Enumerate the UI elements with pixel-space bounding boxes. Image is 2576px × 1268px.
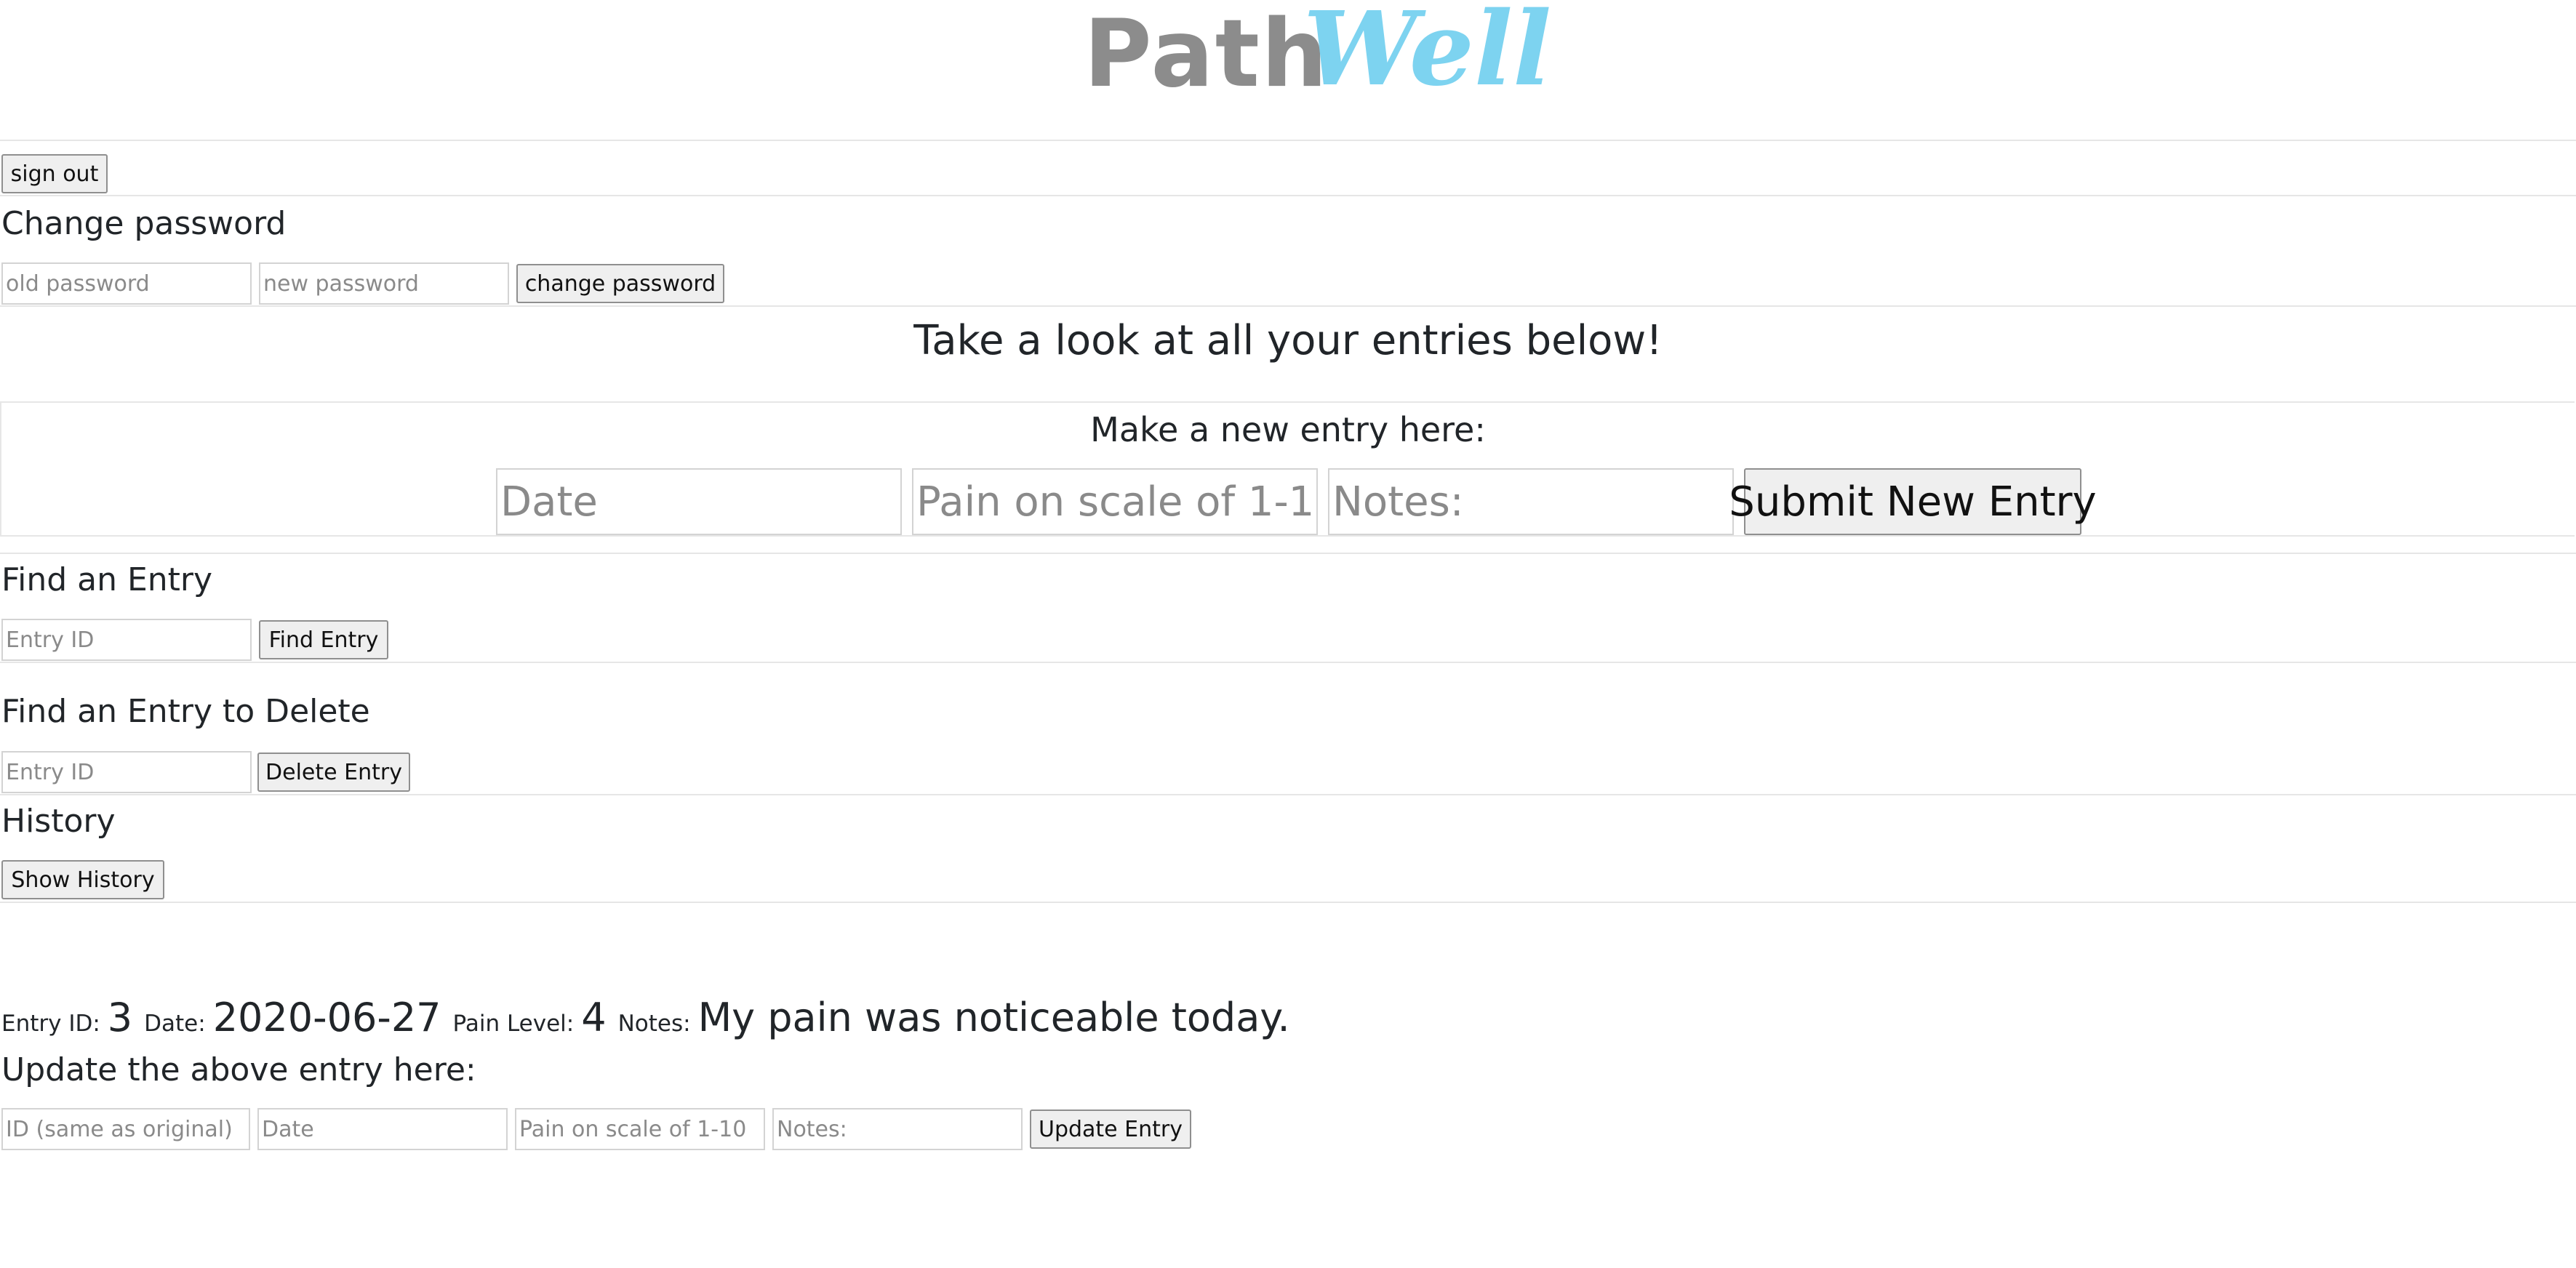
new-entry-pain-input[interactable] <box>912 468 1318 535</box>
entry-notes-label: Notes: <box>617 1011 691 1037</box>
update-entry-heading: Update the above entry here: <box>1 1051 476 1088</box>
delete-entry-heading: Find an Entry to Delete <box>1 693 370 730</box>
new-entry-heading: Make a new entry here: <box>1090 410 1486 449</box>
change-password-button[interactable]: change password <box>516 264 724 303</box>
entry-id-label: Entry ID: <box>1 1011 100 1037</box>
update-entry-pain-input[interactable] <box>515 1108 765 1150</box>
entry-date-label: Date: <box>144 1011 206 1037</box>
divider <box>0 794 2576 795</box>
entry-pain-value: 4 <box>581 995 607 1040</box>
sign-out-button[interactable]: sign out <box>1 154 108 193</box>
new-entry-notes-input[interactable] <box>1328 468 1734 535</box>
show-history-button[interactable]: Show History <box>1 860 164 899</box>
divider <box>0 662 2576 663</box>
divider <box>0 902 2576 903</box>
new-password-input[interactable] <box>259 262 509 305</box>
find-entry-heading: Find an Entry <box>1 561 213 598</box>
divider <box>0 140 2576 141</box>
update-entry-id-input[interactable] <box>1 1108 250 1150</box>
old-password-input[interactable] <box>1 262 252 305</box>
entry-notes-value: My pain was noticeable today. <box>697 995 1290 1040</box>
page-headline: Take a look at all your entries below! <box>913 317 1663 364</box>
new-entry-date-input[interactable] <box>496 468 902 535</box>
divider <box>0 195 2576 196</box>
delete-entry-button[interactable]: Delete Entry <box>257 753 410 792</box>
history-heading: History <box>1 803 116 840</box>
find-entry-button[interactable]: Find Entry <box>259 620 388 659</box>
logo-text-path: Path <box>1084 0 1329 108</box>
change-password-heading: Change password <box>1 205 287 242</box>
entry-id-value: 3 <box>107 995 133 1040</box>
update-entry-notes-input[interactable] <box>772 1108 1023 1150</box>
logo-text-well: Well <box>1303 0 1552 109</box>
entry-date-value: 2020-06-27 <box>212 995 441 1040</box>
entry-record: Entry ID: 3 Date: 2020-06-27 Pain Level:… <box>1 995 1290 1046</box>
entry-pain-label: Pain Level: <box>452 1011 575 1037</box>
find-entry-id-input[interactable] <box>1 619 252 661</box>
update-entry-button[interactable]: Update Entry <box>1030 1110 1191 1149</box>
divider <box>0 305 2576 307</box>
delete-entry-id-input[interactable] <box>1 751 252 793</box>
submit-new-entry-button[interactable]: Submit New Entry <box>1729 468 2097 535</box>
logo: Path Well <box>1084 0 1551 109</box>
update-entry-date-input[interactable] <box>257 1108 508 1150</box>
divider <box>0 553 2576 554</box>
